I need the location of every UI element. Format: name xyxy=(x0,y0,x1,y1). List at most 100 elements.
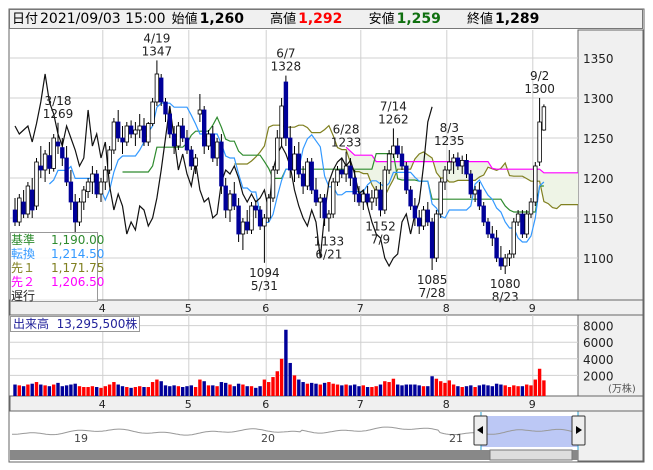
volume-bar xyxy=(189,385,193,396)
month-label: 8 xyxy=(443,302,450,315)
close-value: 1,289 xyxy=(495,11,540,27)
candle-down xyxy=(60,147,65,159)
candle-up xyxy=(472,189,478,195)
candle-up xyxy=(262,217,267,227)
month-label: 9 xyxy=(529,302,536,315)
candle-up xyxy=(103,169,108,183)
candle-up xyxy=(98,181,104,195)
volume-bar xyxy=(103,386,107,396)
volume-bar xyxy=(120,386,125,396)
candle-up xyxy=(533,165,538,203)
volume-bar xyxy=(413,384,417,396)
candle-up xyxy=(343,165,349,175)
candle-up xyxy=(515,213,521,223)
month-label: 6 xyxy=(262,302,269,315)
candle-up xyxy=(81,189,86,203)
volume-bar xyxy=(69,384,73,396)
volume-bar xyxy=(138,386,142,396)
volume-bar xyxy=(159,381,163,396)
candle-down xyxy=(128,125,134,135)
volume-bar xyxy=(374,386,378,396)
candle-up xyxy=(176,125,181,147)
volume-bar xyxy=(13,384,17,396)
annotation-price: 1269 xyxy=(43,107,74,121)
volume-bar xyxy=(112,382,116,396)
candle-down xyxy=(163,101,168,115)
candle-up xyxy=(447,161,452,171)
volume-bar xyxy=(245,386,249,396)
volume-bar xyxy=(503,385,507,396)
volume-bar xyxy=(499,384,503,396)
candle-up xyxy=(42,153,48,171)
navigator-side-panel xyxy=(577,410,644,462)
volume-bar xyxy=(494,383,499,396)
volume-bar xyxy=(400,385,404,396)
volume-bar xyxy=(335,384,340,396)
annotation-date: 6/28 xyxy=(333,123,360,137)
volume-bar xyxy=(288,362,292,396)
candle-down xyxy=(201,109,207,147)
volume-bar xyxy=(198,379,202,396)
annotation-price: 1328 xyxy=(271,60,302,74)
candle-up xyxy=(249,205,254,231)
candle-up xyxy=(459,159,465,167)
volume-bar xyxy=(322,382,327,396)
volume-bar xyxy=(482,384,486,396)
volume-bar xyxy=(176,386,181,396)
candle-up xyxy=(326,213,332,219)
candle-down xyxy=(395,145,400,155)
candle-up xyxy=(438,181,443,215)
candle-up xyxy=(275,137,280,171)
volume-bar xyxy=(490,386,494,396)
candle-down xyxy=(94,173,99,195)
candle-up xyxy=(270,169,276,199)
candle-up xyxy=(137,125,142,131)
senkou1-value: 1,171.75 xyxy=(51,261,105,275)
low-label: 安値 xyxy=(368,12,395,27)
candle-down xyxy=(253,205,258,211)
candle-up xyxy=(541,106,547,131)
volume-bar xyxy=(193,387,198,396)
annotation-date: 8/3 xyxy=(440,121,459,135)
volume-bar xyxy=(447,380,451,396)
candle-down xyxy=(167,113,172,135)
volume-bar xyxy=(460,387,464,396)
candle-up xyxy=(528,201,534,215)
volume-bar xyxy=(163,385,168,396)
candle-down xyxy=(219,141,224,187)
price-tick-label: 1300 xyxy=(583,92,614,106)
volume-bar xyxy=(181,387,185,396)
volume-unit-label: (万株) xyxy=(608,382,636,395)
candle-down xyxy=(68,181,74,203)
candle-up xyxy=(227,193,233,211)
volume-bar xyxy=(125,387,129,396)
candle-down xyxy=(244,221,250,231)
candle-up xyxy=(197,109,203,115)
candle-up xyxy=(146,123,151,143)
volume-bar xyxy=(34,382,39,396)
volume-bar xyxy=(224,382,228,396)
volume-bar xyxy=(507,387,512,396)
navigator-selection xyxy=(481,416,578,447)
navigator-year-label: 21 xyxy=(449,432,463,445)
volume-bar xyxy=(168,386,172,396)
month-label: 6 xyxy=(262,398,269,411)
candle-up xyxy=(330,181,336,215)
chikou-label: 遅行 xyxy=(11,289,36,303)
annotation-date: 8/23 xyxy=(492,290,519,304)
volume-bar xyxy=(318,384,322,396)
volume-bar xyxy=(297,379,301,396)
senkou1-label: 先１ xyxy=(11,261,36,275)
candle-down xyxy=(356,193,362,203)
volume-bar xyxy=(249,386,254,396)
volume-bar xyxy=(39,384,43,396)
candle-down xyxy=(352,177,357,195)
candle-up xyxy=(90,173,95,183)
candle-up xyxy=(25,185,31,215)
candle-down xyxy=(210,133,215,159)
scrollbar-thumb[interactable] xyxy=(489,449,573,461)
candle-down xyxy=(189,149,194,167)
volume-bar xyxy=(421,386,426,396)
volume-bar xyxy=(77,386,82,396)
volume-total: 13,295,500株 xyxy=(56,317,138,331)
